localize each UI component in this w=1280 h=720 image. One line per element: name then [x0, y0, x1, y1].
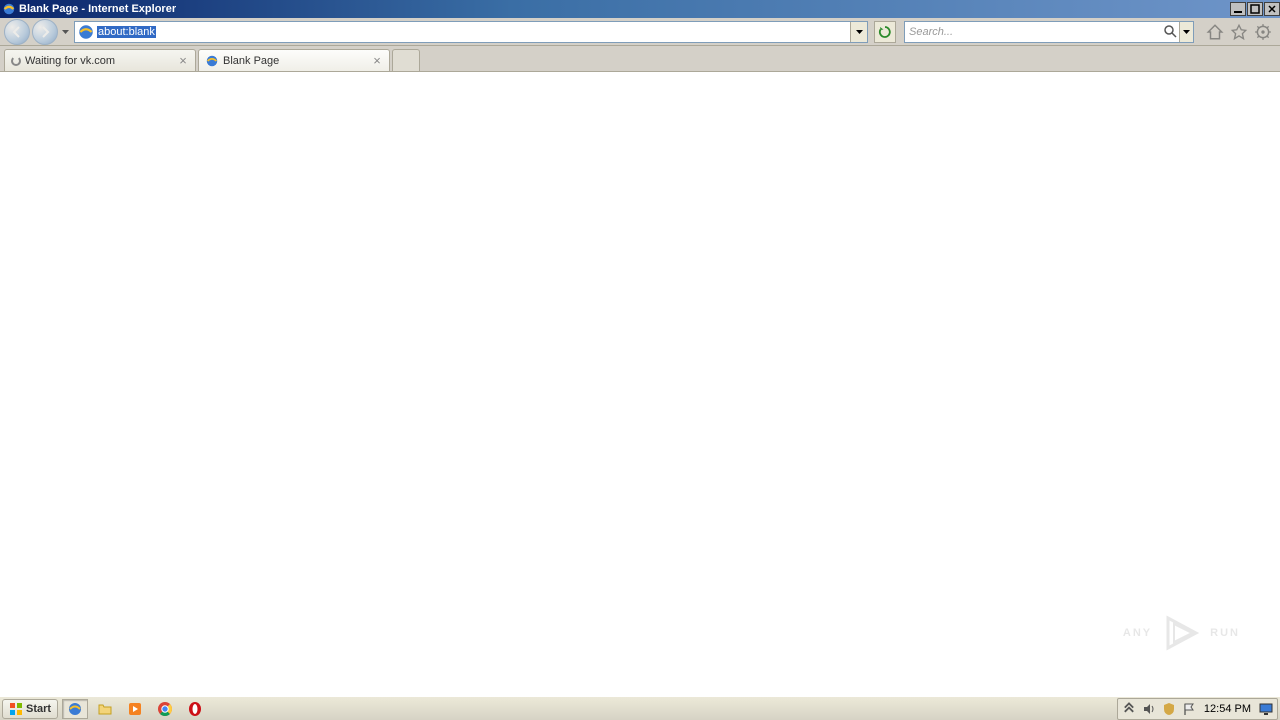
ie-icon: [205, 54, 219, 68]
navigation-toolbar: about:blank Search...: [0, 18, 1280, 46]
shield-icon[interactable]: [1162, 702, 1176, 716]
taskbar-item-media[interactable]: [122, 699, 148, 719]
minimize-button[interactable]: [1230, 2, 1246, 16]
taskbar-item-ie[interactable]: [62, 699, 88, 719]
page-content: ANY RUN: [0, 72, 1280, 696]
taskbar-item-chrome[interactable]: [152, 699, 178, 719]
back-button[interactable]: [4, 19, 30, 45]
address-bar[interactable]: about:blank: [74, 21, 868, 43]
window-title: Blank Page - Internet Explorer: [19, 3, 176, 15]
tab-blank[interactable]: Blank Page ×: [198, 49, 390, 71]
home-icon[interactable]: [1206, 23, 1224, 41]
watermark: ANY RUN: [1123, 610, 1240, 656]
volume-icon[interactable]: [1142, 702, 1156, 716]
search-button[interactable]: [1161, 22, 1179, 42]
refresh-button[interactable]: [874, 21, 896, 43]
tab-title: Blank Page: [223, 55, 371, 67]
tab-close-button[interactable]: ×: [371, 55, 383, 67]
flag-icon[interactable]: [1182, 702, 1196, 716]
clock[interactable]: 12:54 PM: [1202, 703, 1253, 715]
nav-history-dropdown[interactable]: [60, 20, 70, 44]
close-button[interactable]: [1264, 2, 1280, 16]
monitor-icon[interactable]: [1259, 702, 1273, 716]
system-tray: 12:54 PM: [1117, 698, 1278, 720]
windows-flag-icon: [9, 702, 23, 716]
taskbar: Start 12:54 PM: [0, 696, 1280, 720]
search-input[interactable]: Search...: [905, 26, 1161, 38]
tab-strip: Waiting for vk.com × Blank Page ×: [0, 46, 1280, 72]
address-dropdown[interactable]: [850, 22, 867, 42]
address-input[interactable]: about:blank: [95, 25, 850, 39]
start-button[interactable]: Start: [2, 699, 58, 719]
page-icon: [77, 23, 95, 41]
taskbar-item-opera[interactable]: [182, 699, 208, 719]
tools-icon[interactable]: [1254, 23, 1272, 41]
favorites-icon[interactable]: [1230, 23, 1248, 41]
new-tab-button[interactable]: [392, 49, 420, 71]
forward-button[interactable]: [32, 19, 58, 45]
toolbar-icons: [1206, 23, 1272, 41]
search-provider-dropdown[interactable]: [1179, 22, 1193, 42]
window-titlebar: Blank Page - Internet Explorer: [0, 0, 1280, 18]
tab-title: Waiting for vk.com: [25, 55, 177, 67]
taskbar-item-explorer[interactable]: [92, 699, 118, 719]
ie-icon: [2, 2, 16, 16]
start-label: Start: [26, 703, 51, 715]
search-bar[interactable]: Search...: [904, 21, 1194, 43]
tray-expand-icon[interactable]: [1122, 702, 1136, 716]
loading-spinner-icon: [11, 56, 21, 66]
tab-close-button[interactable]: ×: [177, 55, 189, 67]
maximize-button[interactable]: [1247, 2, 1263, 16]
window-controls: [1229, 2, 1280, 16]
tab-loading[interactable]: Waiting for vk.com ×: [4, 49, 196, 71]
